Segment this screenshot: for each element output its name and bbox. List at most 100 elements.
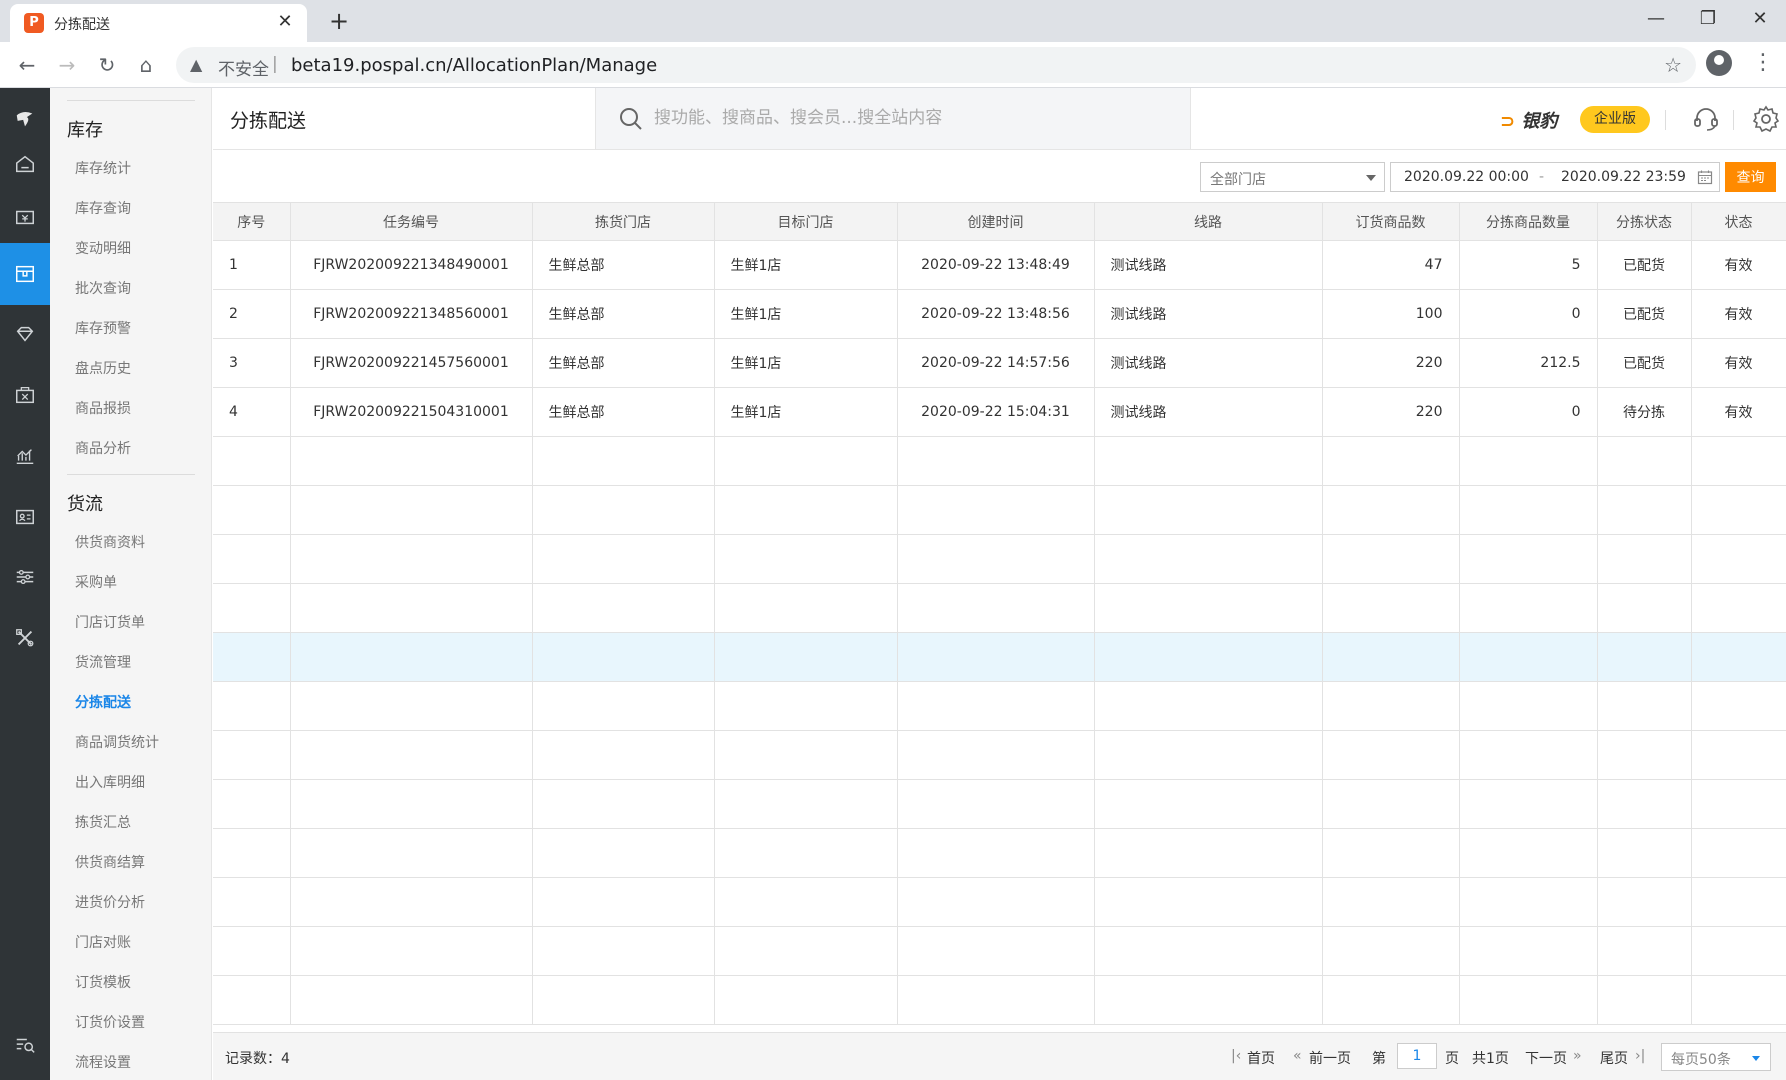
next-page-icon[interactable]: » xyxy=(1573,1048,1582,1064)
url-text[interactable]: beta19.pospal.cn/AllocationPlan/Manage xyxy=(291,55,657,76)
first-page-icon[interactable]: |‹ xyxy=(1231,1048,1241,1064)
employee-nav-icon[interactable] xyxy=(0,486,50,548)
column-header-status[interactable]: 状态 xyxy=(1691,202,1786,241)
member-nav-icon[interactable] xyxy=(0,303,50,365)
profile-avatar-icon[interactable] xyxy=(1706,50,1732,76)
back-icon[interactable]: ← xyxy=(12,50,42,80)
empty-table-row[interactable] xyxy=(213,436,1786,486)
empty-table-row[interactable] xyxy=(213,926,1786,976)
sidebar-item-inventory-stats[interactable]: 库存统计 xyxy=(75,158,131,178)
sidebar-item-transfer-stats[interactable]: 商品调货统计 xyxy=(75,732,159,752)
tab-close-icon[interactable]: ✕ xyxy=(273,10,297,34)
last-page-button[interactable]: 尾页 xyxy=(1600,1048,1628,1068)
column-header-sorting-status[interactable]: 分拣状态 xyxy=(1597,202,1692,241)
sidebar-item-batch-query[interactable]: 批次查询 xyxy=(75,278,131,298)
empty-cell xyxy=(290,485,533,535)
cashier-nav-icon[interactable] xyxy=(0,186,50,248)
sidebar-item-process-setting[interactable]: 流程设置 xyxy=(75,1052,131,1072)
sidebar-item-order-price-setting[interactable]: 订货价设置 xyxy=(75,1012,145,1032)
settings-gear-icon[interactable] xyxy=(1751,104,1781,134)
insecure-label[interactable]: 不安全 xyxy=(218,55,269,80)
promotion-nav-icon[interactable] xyxy=(0,364,50,426)
browser-tab[interactable]: P 分拣配送 ✕ xyxy=(10,4,307,42)
prev-page-button[interactable]: 前一页 xyxy=(1309,1048,1351,1068)
sidebar-item-inventory-query[interactable]: 库存查询 xyxy=(75,198,131,218)
empty-table-row[interactable] xyxy=(213,485,1786,535)
sidebar-item-order-template[interactable]: 订货模板 xyxy=(75,972,131,992)
minimize-icon[interactable]: — xyxy=(1630,0,1682,38)
inventory-nav-icon[interactable] xyxy=(0,243,50,305)
browser-menu-icon[interactable]: ⋮ xyxy=(1752,48,1774,78)
column-header-created-time[interactable]: 创建时间 xyxy=(897,202,1095,241)
page-number-input[interactable] xyxy=(1397,1043,1437,1069)
next-page-button[interactable]: 下一页 xyxy=(1525,1048,1567,1068)
empty-table-row[interactable] xyxy=(213,583,1786,633)
sidebar-item-supplier-settlement[interactable]: 供货商结算 xyxy=(75,852,145,872)
empty-table-row[interactable] xyxy=(213,632,1786,682)
prev-page-icon[interactable]: « xyxy=(1293,1048,1302,1064)
empty-table-row[interactable] xyxy=(213,975,1786,1025)
forward-icon[interactable]: → xyxy=(52,50,82,80)
sidebar-item-purchase-price-analysis[interactable]: 进货价分析 xyxy=(75,892,145,912)
calendar-icon[interactable] xyxy=(1697,169,1713,185)
column-header-task-no[interactable]: 任务编号 xyxy=(290,202,533,241)
sidebar-item-change-detail[interactable]: 变动明细 xyxy=(75,238,131,258)
settings-nav-icon[interactable] xyxy=(0,546,50,608)
brand-mark-icon: ⊃ xyxy=(1500,111,1516,132)
column-header-route[interactable]: 线路 xyxy=(1094,202,1323,241)
search-nav-icon[interactable] xyxy=(0,1014,50,1076)
column-header-order-qty[interactable]: 订货商品数 xyxy=(1322,202,1460,241)
empty-table-row[interactable] xyxy=(213,828,1786,878)
url-omnibox[interactable]: ▲ 不安全 | beta19.pospal.cn/AllocationPlan/… xyxy=(176,47,1696,83)
column-header-index[interactable]: 序号 xyxy=(213,202,291,241)
table-row[interactable]: 1 FJRW202009221348490001 生鲜总部 生鲜1店 2020-… xyxy=(213,240,1786,290)
reload-icon[interactable]: ↻ xyxy=(92,50,122,80)
new-tab-icon[interactable]: + xyxy=(324,6,354,36)
store-select[interactable]: 全部门店 xyxy=(1200,162,1385,192)
restore-icon[interactable]: ❐ xyxy=(1682,0,1734,38)
home-icon[interactable]: ⌂ xyxy=(131,50,161,80)
empty-cell xyxy=(1094,583,1323,633)
sidebar-item-logistics-manage[interactable]: 货流管理 xyxy=(75,652,131,672)
empty-table-row[interactable] xyxy=(213,779,1786,829)
page-size-select[interactable]: 每页50条 xyxy=(1661,1043,1771,1071)
customer-service-icon[interactable] xyxy=(1691,104,1721,134)
empty-table-row[interactable] xyxy=(213,681,1786,731)
empty-table-row[interactable] xyxy=(213,730,1786,780)
sidebar-item-product-loss[interactable]: 商品报损 xyxy=(75,398,131,418)
sidebar-item-store-order[interactable]: 门店订货单 xyxy=(75,612,145,632)
bookmark-star-icon[interactable]: ☆ xyxy=(1664,53,1682,77)
empty-cell xyxy=(1597,926,1692,976)
empty-table-row[interactable] xyxy=(213,534,1786,584)
empty-cell xyxy=(1597,681,1692,731)
sidebar-item-supplier-info[interactable]: 供货商资料 xyxy=(75,532,145,552)
table-row[interactable]: 4 FJRW202009221504310001 生鲜总部 生鲜1店 2020-… xyxy=(213,387,1786,437)
report-nav-icon[interactable] xyxy=(0,425,50,487)
date-start[interactable]: 2020.09.22 00:00 xyxy=(1404,169,1529,185)
column-header-target-store[interactable]: 目标门店 xyxy=(714,202,898,241)
empty-cell xyxy=(290,534,533,584)
sidebar-item-stocktake-history[interactable]: 盘点历史 xyxy=(75,358,131,378)
empty-table-row[interactable] xyxy=(213,877,1786,927)
last-page-icon[interactable]: ›| xyxy=(1635,1048,1645,1064)
column-header-picking-store[interactable]: 拣货门店 xyxy=(532,202,715,241)
search-icon[interactable] xyxy=(618,106,644,132)
date-end[interactable]: 2020.09.22 23:59 xyxy=(1561,169,1686,185)
query-button[interactable]: 查询 xyxy=(1725,162,1776,192)
table-row[interactable]: 2 FJRW202009221348560001 生鲜总部 生鲜1店 2020-… xyxy=(213,289,1786,339)
date-range-picker[interactable]: 2020.09.22 00:00 - 2020.09.22 23:59 xyxy=(1390,162,1720,192)
tools-nav-icon[interactable] xyxy=(0,607,50,669)
sidebar-item-purchase-order[interactable]: 采购单 xyxy=(75,572,117,592)
first-page-button[interactable]: 首页 xyxy=(1247,1048,1275,1068)
table-row[interactable]: 3 FJRW202009221457560001 生鲜总部 生鲜1店 2020-… xyxy=(213,338,1786,388)
search-input[interactable] xyxy=(654,100,1174,136)
sidebar-item-sorting-delivery[interactable]: 分拣配送 xyxy=(75,692,131,712)
sidebar-item-stock-alert[interactable]: 库存预警 xyxy=(75,318,131,338)
sidebar-item-store-reconciliation[interactable]: 门店对账 xyxy=(75,932,131,952)
empty-cell xyxy=(897,730,1095,780)
sidebar-item-in-out-detail[interactable]: 出入库明细 xyxy=(75,772,145,792)
sidebar-item-picking-summary[interactable]: 拣货汇总 xyxy=(75,812,131,832)
window-close-icon[interactable]: ✕ xyxy=(1734,0,1786,38)
sidebar-item-product-analysis[interactable]: 商品分析 xyxy=(75,438,131,458)
column-header-sorted-qty[interactable]: 分拣商品数量 xyxy=(1459,202,1598,241)
